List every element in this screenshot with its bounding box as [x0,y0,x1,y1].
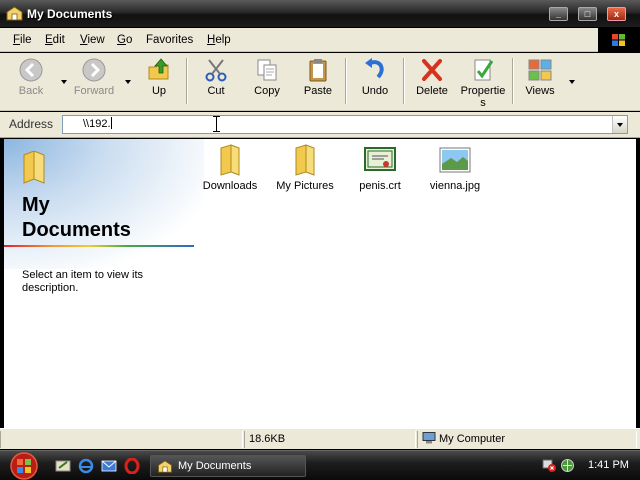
paste-button[interactable]: Paste [299,55,337,109]
network-icon[interactable] [560,458,575,473]
status-bar: 18.6KB My Computer [0,428,640,449]
folder-icon [23,151,45,184]
text-cursor-icon [213,116,220,132]
toolbar-separator [403,58,405,104]
views-dropdown[interactable] [569,80,575,84]
up-folder-icon [148,58,169,80]
security-alert-icon[interactable] [542,458,557,473]
toolbar-separator [512,58,514,104]
status-zone: My Computer [417,431,637,448]
toolbar-separator [186,58,188,104]
back-dropdown[interactable] [61,80,67,84]
folder-house-icon [158,460,172,473]
show-desktop-icon[interactable] [55,458,71,474]
window-title: My Documents [27,7,113,21]
task-pane: My Documents Select an item to view its d… [4,139,204,428]
start-button[interactable] [4,451,44,480]
certificate-icon [364,147,396,171]
address-bar: Address \\192. [0,112,640,138]
address-dropdown-button[interactable] [612,116,627,133]
menu-view[interactable]: View [80,34,105,46]
folder-icon [295,144,315,176]
file-item[interactable]: vienna.jpg [417,144,493,192]
copy-icon [257,59,277,81]
menu-go[interactable]: Go [117,34,132,46]
file-item[interactable]: My Pictures [267,144,343,192]
menu-edit[interactable]: Edit [45,34,65,46]
image-icon [439,147,471,173]
item-description: Select an item to view its description. [22,269,144,294]
internet-explorer-icon[interactable] [78,458,94,474]
title-divider [4,245,194,247]
title-bar[interactable]: My Documents _ □ x [0,0,640,28]
menu-help[interactable]: Help [207,34,231,46]
page-title: My Documents [22,194,131,241]
windows-flag-icon [612,34,625,46]
forward-button[interactable]: Forward [70,55,118,109]
properties-icon [474,59,494,81]
clock: 1:41 PM [588,459,629,471]
file-item[interactable]: Downloads [192,144,268,192]
forward-arrow-icon [82,58,106,82]
taskbar: My Documents 1:41 PM [0,450,640,480]
copy-button[interactable]: Copy [248,55,286,109]
views-grid-icon [528,59,552,81]
folder-icon [220,144,240,176]
undo-arrow-icon [365,58,384,79]
toolbar: Back Forward Up Cut Copy Paste Undo Dele… [0,53,640,111]
windows-logo [598,28,640,52]
delete-button[interactable]: Delete [412,55,452,109]
file-view[interactable]: My Documents Select an item to view its d… [4,139,636,428]
menu-file[interactable]: File [13,34,32,46]
toolbar-separator [345,58,347,104]
delete-x-icon [422,59,442,81]
status-pane-info [0,431,243,448]
menu-bar: File Edit View Go Favorites Help [0,28,640,52]
file-item[interactable]: penis.crt [342,144,418,192]
maximize-button[interactable]: □ [578,7,597,21]
taskbar-item-my-documents[interactable]: My Documents [150,455,306,477]
address-label: Address [9,117,54,131]
up-button[interactable]: Up [140,55,178,109]
minimize-button[interactable]: _ [549,7,568,21]
outlook-express-icon[interactable] [101,458,117,474]
folder-house-icon [6,6,23,21]
close-button[interactable]: x [607,7,626,21]
cut-button[interactable]: Cut [197,55,235,109]
status-size: 18.6KB [244,431,416,448]
undo-button[interactable]: Undo [356,55,394,109]
menu-favorites[interactable]: Favorites [146,34,193,46]
views-button[interactable]: Views [520,55,560,109]
scissors-icon [205,59,227,82]
clipboard-icon [309,59,327,82]
system-tray: 1:41 PM [532,451,640,480]
back-button[interactable]: Back [10,55,52,109]
forward-dropdown[interactable] [125,80,131,84]
address-input[interactable]: \\192. [62,115,628,134]
properties-button[interactable]: Propertie s [458,55,508,109]
back-arrow-icon [19,58,43,82]
opera-icon[interactable] [124,458,140,474]
my-computer-icon [422,432,436,444]
